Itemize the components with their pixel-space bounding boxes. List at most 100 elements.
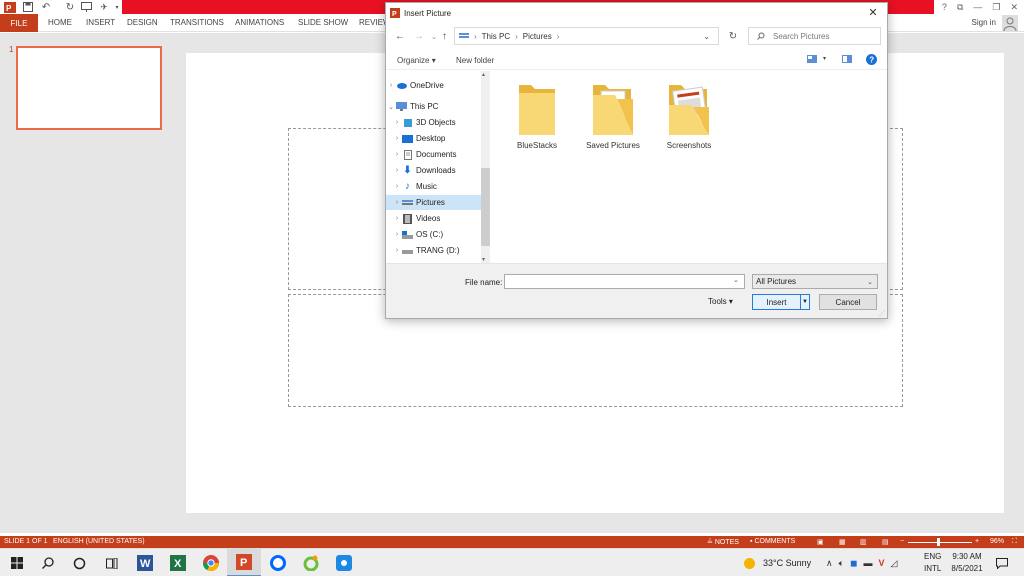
expand-chevron-icon[interactable]: › [392, 135, 402, 142]
expand-chevron-icon[interactable]: › [392, 231, 402, 238]
network-icon[interactable]: ◼ [850, 558, 857, 569]
zoom-out-icon[interactable]: − [900, 538, 904, 545]
file-type-filter[interactable]: All Pictures ⌄ [752, 274, 878, 289]
cancel-button[interactable]: Cancel [819, 294, 877, 310]
folder-item-bluestacks[interactable]: BlueStacks [501, 81, 573, 150]
fit-slide-icon[interactable]: ⛶ [1012, 538, 1017, 546]
breadcrumb-pictures[interactable]: Pictures [523, 32, 552, 41]
sign-in-link[interactable]: Sign in [972, 18, 996, 27]
zoom-slider-thumb[interactable] [937, 538, 940, 546]
nav-item-pictures[interactable]: › Pictures [386, 195, 481, 210]
nav-item-trang-d[interactable]: › TRANG (D:) [386, 243, 481, 258]
preview-pane-icon[interactable] [842, 55, 852, 63]
nav-pane-scroll-thumb[interactable] [481, 168, 490, 246]
comments-button[interactable]: ▪ COMMENTS [750, 538, 795, 545]
tab-animations[interactable]: ANIMATIONS [235, 18, 284, 27]
nav-item-this-pc[interactable]: ⌄ This PC [386, 99, 481, 114]
nav-item-downloads[interactable]: › ⬇ Downloads [386, 163, 481, 178]
scroll-up-icon[interactable]: ▴ [482, 71, 485, 78]
slide-sorter-icon[interactable]: ▦ [839, 538, 846, 546]
wifi-icon[interactable]: ◿ [891, 558, 898, 569]
powerpoint-app-icon[interactable]: P [227, 549, 261, 576]
minimize-icon[interactable]: — [973, 2, 982, 12]
address-dropdown-icon[interactable]: ⌄ [703, 32, 710, 41]
slideshow-view-icon[interactable]: ▤ [882, 538, 889, 546]
refresh-icon[interactable]: ↻ [723, 27, 743, 45]
input-language[interactable]: ENG INTL [924, 549, 941, 576]
file-name-input[interactable] [504, 274, 745, 289]
notes-button[interactable]: ≟ NOTES [707, 538, 739, 546]
reading-view-icon[interactable]: ▥ [860, 538, 867, 546]
resize-grip-icon[interactable]: ⋰ [879, 310, 885, 317]
clock[interactable]: 9:30 AM 8/5/2021 [950, 549, 984, 576]
redo-icon[interactable]: ↻ [64, 1, 76, 13]
close-icon[interactable]: ✕ [1010, 2, 1018, 13]
help-button[interactable]: ? [942, 2, 947, 12]
address-box[interactable]: › This PC › Pictures › ⌄ [454, 27, 719, 45]
tab-transitions[interactable]: TRANSITIONS [170, 18, 224, 27]
zoom-in-icon[interactable]: + [975, 538, 979, 545]
ribbon-display-icon[interactable]: ⧉ [957, 2, 963, 13]
expand-chevron-icon[interactable]: › [392, 151, 402, 158]
cortana-icon[interactable] [62, 549, 96, 576]
task-view-icon[interactable] [95, 549, 129, 576]
change-view-icon[interactable] [807, 55, 817, 63]
chrome-app-icon[interactable] [194, 549, 228, 576]
normal-view-icon[interactable]: ▣ [817, 538, 824, 546]
nav-item-os-c[interactable]: › OS (C:) [386, 227, 481, 242]
app-icon-blue[interactable] [327, 549, 361, 576]
nav-item-3d-objects[interactable]: › 3D Objects [386, 115, 481, 130]
file-name-dropdown-icon[interactable]: ⌄ [733, 276, 739, 284]
expand-chevron-icon[interactable]: › [392, 247, 402, 254]
folder-item-screenshots[interactable]: Screenshots [653, 81, 725, 150]
nav-item-music[interactable]: › ♪ Music [386, 179, 481, 194]
weather-widget[interactable]: 33°C Sunny [744, 549, 811, 576]
nav-item-videos[interactable]: › Videos [386, 211, 481, 226]
nav-item-onedrive[interactable]: › OneDrive [386, 78, 481, 93]
breadcrumb-this-pc[interactable]: This PC [482, 32, 510, 41]
app-icon-green[interactable] [294, 549, 328, 576]
insert-button[interactable]: Insert ▼ [752, 294, 810, 310]
restore-icon[interactable]: ❐ [992, 2, 1000, 13]
dialog-close-icon[interactable]: ✕ [865, 6, 881, 19]
slide-thumbnail[interactable] [16, 46, 162, 130]
tab-design[interactable]: DESIGN [127, 18, 158, 27]
scroll-down-icon[interactable]: ▾ [482, 256, 485, 263]
word-app-icon[interactable]: W [128, 549, 162, 576]
language-indicator[interactable]: ENGLISH (UNITED STATES) [53, 538, 145, 545]
zalo-app-icon[interactable] [261, 549, 295, 576]
new-folder-button[interactable]: New folder [456, 56, 494, 65]
organize-button[interactable]: Organize ▾ [397, 56, 436, 65]
tab-insert[interactable]: INSERT [86, 18, 115, 27]
expand-chevron-icon[interactable]: › [392, 167, 402, 174]
show-hidden-icons-icon[interactable]: ∧ [826, 558, 833, 569]
zoom-slider[interactable] [908, 542, 972, 543]
taskbar-search-icon[interactable] [31, 549, 65, 576]
tab-home[interactable]: HOME [48, 18, 72, 27]
collapse-chevron-icon[interactable]: ⌄ [386, 103, 396, 111]
expand-chevron-icon[interactable]: › [386, 82, 396, 89]
up-arrow-icon[interactable]: ↑ [442, 31, 447, 42]
tab-slide-show[interactable]: SLIDE SHOW [298, 18, 348, 27]
battery-icon[interactable]: ▬ [863, 558, 872, 568]
tab-file[interactable]: FILE [0, 14, 38, 32]
user-avatar-icon[interactable] [1002, 15, 1018, 31]
start-slideshow-icon[interactable] [80, 1, 92, 13]
volume-icon[interactable]: 🔈︎ [839, 558, 844, 569]
vpn-icon[interactable]: V [878, 558, 884, 568]
back-arrow-icon[interactable]: ← [395, 31, 405, 42]
touch-mode-icon[interactable]: ✈ [98, 1, 110, 13]
notifications-icon[interactable] [996, 549, 1008, 576]
insert-options-icon[interactable]: ▼ [800, 295, 809, 309]
help-icon[interactable]: ? [866, 54, 877, 65]
undo-icon[interactable]: ↶ [40, 1, 52, 13]
excel-app-icon[interactable]: X [161, 549, 195, 576]
nav-item-desktop[interactable]: › Desktop [386, 131, 481, 146]
windows-start-icon[interactable] [0, 549, 34, 576]
nav-item-documents[interactable]: › Documents [386, 147, 481, 162]
tools-dropdown[interactable]: Tools ▾ [708, 297, 733, 306]
expand-chevron-icon[interactable]: › [392, 215, 402, 222]
recent-locations-icon[interactable]: ⌄ [431, 33, 437, 41]
forward-arrow-icon[interactable]: → [414, 31, 424, 42]
view-options-icon[interactable]: ▾ [823, 55, 826, 62]
